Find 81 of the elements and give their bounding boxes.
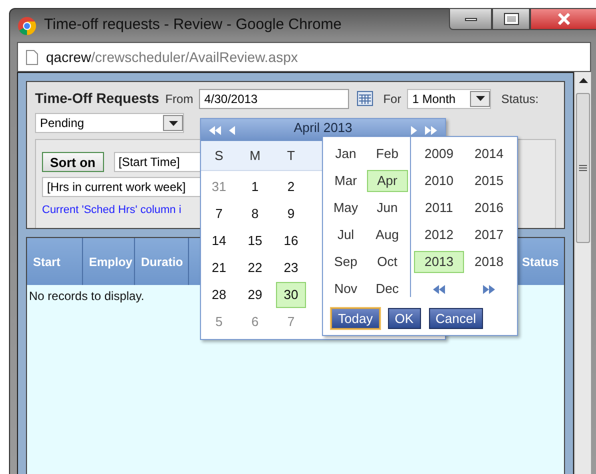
year-option[interactable]: 2011 — [414, 197, 464, 219]
day-cell[interactable]: 28 — [204, 282, 234, 308]
panel-title: Time-Off Requests — [35, 89, 160, 108]
day-cell[interactable]: 7 — [204, 200, 234, 226]
day-cell[interactable]: 6 — [240, 308, 270, 334]
calendar-title[interactable]: April 2013 — [294, 121, 352, 135]
maximize-button[interactable] — [492, 8, 530, 30]
month-option[interactable]: Dec — [366, 278, 408, 300]
month-option[interactable]: Jun — [366, 197, 408, 219]
chrome-logo-icon — [18, 16, 36, 34]
day-cell[interactable]: 31 — [204, 174, 234, 200]
scroll-thumb[interactable] — [576, 93, 590, 243]
month-option[interactable]: Sep — [325, 251, 366, 273]
picker-button[interactable]: Cancel — [428, 308, 483, 329]
month-option[interactable]: Jul — [325, 224, 366, 246]
day-cell[interactable]: 21 — [204, 254, 234, 280]
day-cell[interactable]: 15 — [240, 228, 270, 254]
weekday-label: T — [286, 146, 296, 165]
status-select[interactable]: Pending — [35, 113, 184, 133]
forward-icon[interactable] — [411, 126, 417, 134]
day-cell[interactable]: 14 — [204, 228, 234, 254]
caret-icon — [168, 120, 178, 126]
window-title: Time-off requests - Review - Google Chrome — [44, 15, 342, 36]
day-cell[interactable]: 8 — [240, 200, 270, 226]
address-bar[interactable]: qacrew/crewscheduler/AvailReview.aspx — [17, 42, 591, 72]
page-icon — [26, 50, 38, 64]
status-label: Status: — [501, 90, 539, 108]
year-option[interactable]: 2012 — [414, 224, 464, 246]
year-option[interactable]: 2014 — [464, 143, 514, 165]
year-option[interactable]: 2017 — [464, 224, 514, 246]
url-host: qacrew — [46, 48, 92, 67]
day-cell[interactable]: 16 — [276, 228, 306, 254]
grip-icon — [579, 165, 587, 171]
year-option[interactable]: 2018 — [464, 251, 514, 273]
close-icon — [557, 13, 571, 25]
month-option[interactable]: Aug — [366, 224, 408, 246]
sort-on-button[interactable]: Sort on — [42, 152, 104, 172]
dropdown-button[interactable] — [470, 90, 490, 106]
from-label: From — [165, 90, 194, 108]
caret-icon — [476, 96, 485, 101]
scrollbar[interactable] — [574, 72, 591, 474]
month-option[interactable]: Oct — [366, 251, 408, 273]
month-option[interactable]: May — [325, 197, 366, 219]
close-button[interactable] — [530, 8, 596, 30]
picker-button[interactable]: OK — [388, 308, 420, 329]
day-cell[interactable]: 2 — [276, 174, 306, 200]
day-cell[interactable]: 9 — [276, 200, 306, 226]
for-label: For — [383, 90, 402, 108]
url-path: /crewscheduler/AvailReview.aspx — [91, 48, 298, 67]
month-option[interactable]: Nov — [325, 278, 366, 300]
fast-back-icon[interactable] — [209, 126, 221, 134]
period-select[interactable]: 1 Month — [407, 88, 492, 108]
day-cell[interactable]: 7 — [276, 308, 306, 334]
weekday-label: M — [248, 146, 262, 165]
empty-message: No records to display. — [28, 288, 144, 305]
year-option[interactable]: 2015 — [464, 170, 514, 192]
month-option[interactable]: Mar — [325, 170, 366, 192]
dropdown-button[interactable] — [163, 115, 183, 131]
day-cell[interactable]: 30 — [276, 282, 306, 308]
year-option[interactable]: 2009 — [414, 143, 464, 165]
month-option[interactable]: Feb — [366, 143, 408, 165]
year-option[interactable]: 2016 — [464, 197, 514, 219]
calendar-icon[interactable] — [357, 91, 374, 106]
sort-field-select[interactable]: [Hrs in current work week] — [42, 177, 202, 197]
scroll-up-icon[interactable] — [578, 78, 588, 83]
maximize-icon — [504, 14, 518, 24]
month-option[interactable]: Apr — [366, 170, 408, 192]
day-cell[interactable]: 22 — [240, 254, 270, 280]
year-option[interactable]: 2013 — [414, 251, 464, 273]
back-icon[interactable] — [229, 126, 235, 134]
picker-button[interactable]: Today — [331, 308, 380, 329]
year-option[interactable]: 2010 — [414, 170, 464, 192]
day-cell[interactable]: 5 — [204, 308, 234, 334]
minimize-button[interactable] — [449, 8, 492, 30]
from-date-field[interactable]: 4/30/2013 — [199, 88, 350, 108]
day-cell[interactable]: 23 — [276, 254, 306, 280]
weekday-label: S — [214, 146, 224, 165]
day-cell[interactable]: 1 — [240, 174, 270, 200]
month-option[interactable]: Jan — [325, 143, 366, 165]
day-cell[interactable]: 29 — [240, 282, 270, 308]
minimize-icon — [464, 18, 476, 20]
